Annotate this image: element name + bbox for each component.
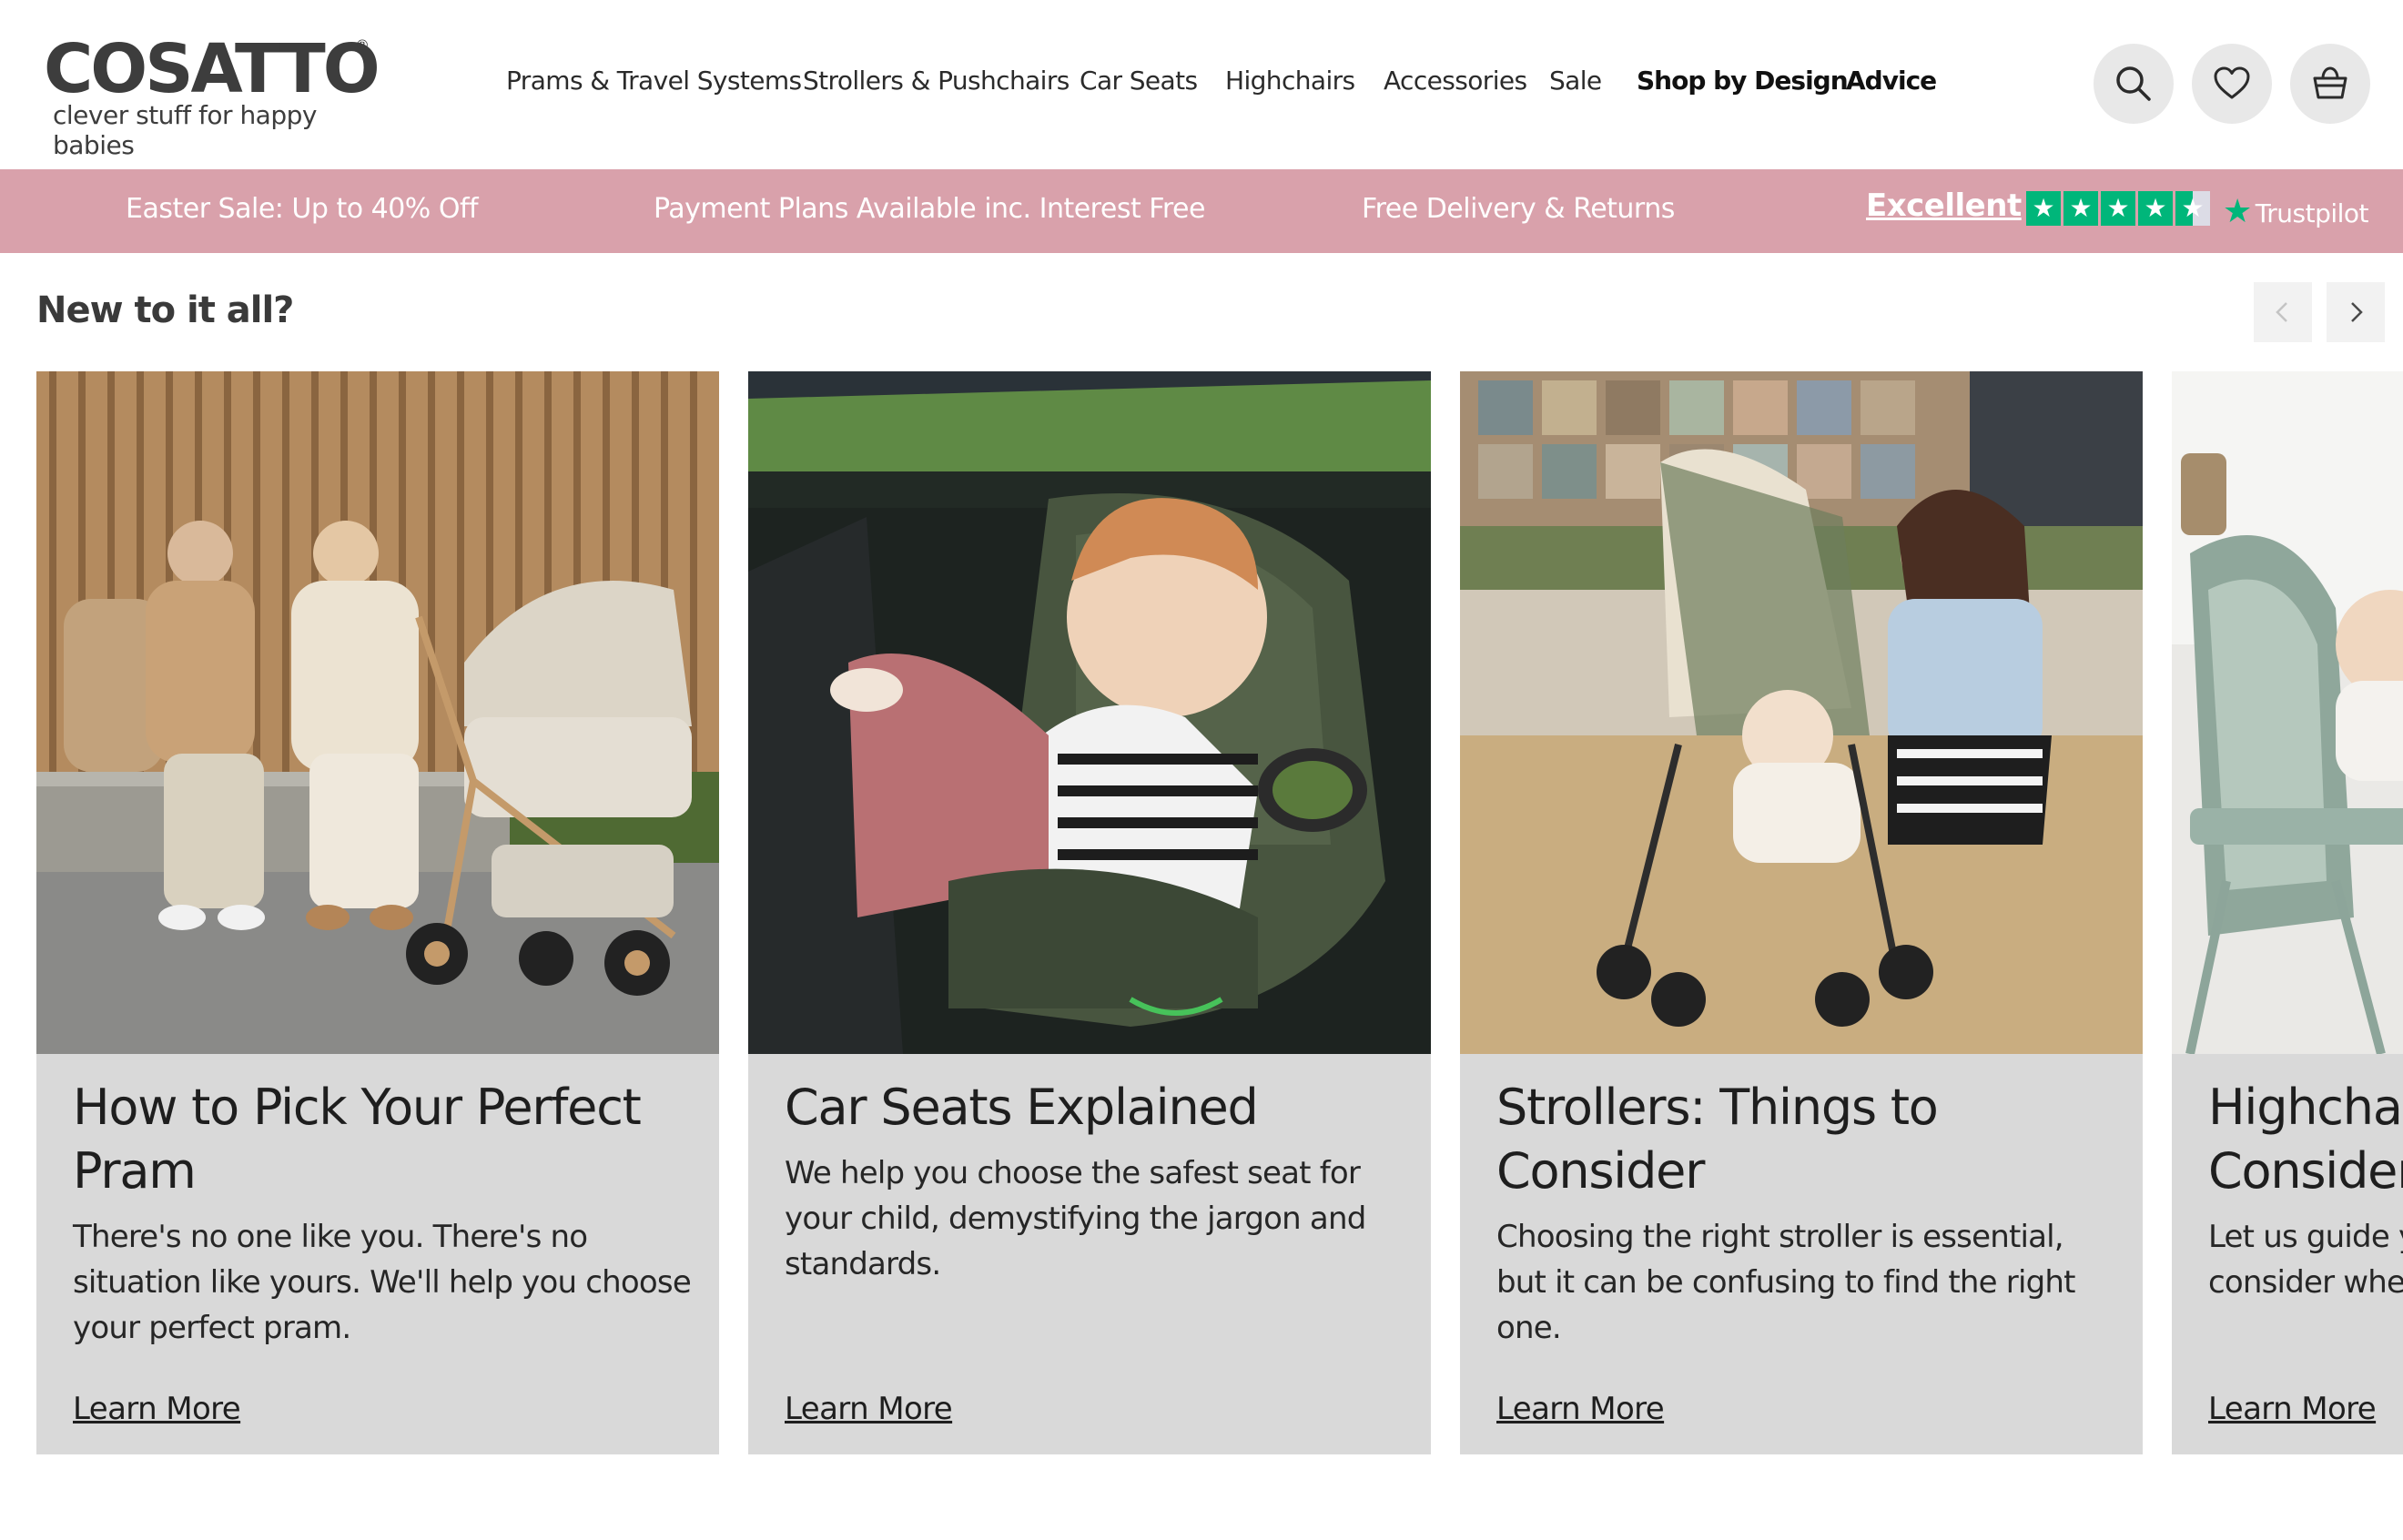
car-seat-photo (748, 371, 1431, 1054)
nav-highchairs[interactable]: Highchairs (1225, 66, 1355, 96)
advice-card-pram[interactable]: How to Pick Your Perfect Pram There's no… (36, 371, 719, 1454)
carousel-prev-button[interactable] (2254, 282, 2312, 342)
card-body: Car Seats Explained We help you choose t… (785, 1076, 1404, 1287)
promo-payment-plans[interactable]: Payment Plans Available inc. Interest Fr… (654, 193, 1205, 225)
basket-button[interactable] (2290, 44, 2370, 124)
trustpilot-brand-label: Trustpilot (2255, 198, 2369, 228)
learn-more-link[interactable]: Learn More (785, 1391, 953, 1427)
nav-shop-by-design[interactable]: Shop by Design (1637, 66, 1849, 96)
card-description: Choosing the right stroller is essential… (1496, 1219, 2076, 1346)
main-nav: Prams & Travel Systems Strollers & Pushc… (0, 66, 2002, 102)
card-description: Let us guide you through what to conside… (2208, 1219, 2403, 1301)
star-half-icon: ★ (2175, 191, 2210, 226)
learn-more-link[interactable]: Learn More (73, 1391, 241, 1427)
trustpilot-star-icon: ★ (2223, 193, 2252, 230)
promo-bar: Easter Sale: Up to 40% Off Payment Plans… (0, 169, 2403, 253)
section-title: New to it all? (36, 289, 294, 331)
promo-easter-sale[interactable]: Easter Sale: Up to 40% Off (126, 193, 479, 225)
nav-accessories[interactable]: Accessories (1384, 66, 1527, 96)
stroller-photo (1460, 371, 2143, 1054)
card-image-mother-with-stroller (1460, 371, 2143, 1054)
page: COSATTO ® clever stuff for happy babies … (0, 0, 2403, 1540)
search-button[interactable] (2094, 44, 2174, 124)
pram-photo (36, 371, 719, 1054)
star-icon: ★ (2026, 191, 2061, 226)
advice-card-strollers[interactable]: Strollers: Things to Consider Choosing t… (1460, 371, 2143, 1454)
promo-free-delivery[interactable]: Free Delivery & Returns (1362, 193, 1675, 225)
highchair-photo (2172, 371, 2403, 1054)
basket-icon (2313, 66, 2347, 99)
card-title: Car Seats Explained (785, 1079, 1259, 1136)
advice-carousel: How to Pick Your Perfect Pram There's no… (0, 371, 2403, 1454)
nav-prams-travel-systems[interactable]: Prams & Travel Systems (506, 66, 802, 96)
card-title: Highchairs: Things to Consider (2208, 1079, 2403, 1200)
star-icon: ★ (2101, 191, 2135, 226)
learn-more-link[interactable]: Learn More (1496, 1391, 1665, 1427)
nav-car-seats[interactable]: Car Seats (1080, 66, 1198, 96)
trustpilot-stars[interactable]: ★ ★ ★ ★ ★ (2026, 191, 2210, 228)
advice-card-highchairs[interactable]: Highchairs: Things to Consider Let us gu… (2172, 371, 2403, 1454)
card-body: Strollers: Things to Consider Choosing t… (1496, 1076, 2115, 1351)
site-header: COSATTO ® clever stuff for happy babies … (0, 0, 2403, 169)
nav-advice[interactable]: Advice (1846, 66, 1937, 96)
card-description: We help you choose the safest seat for y… (785, 1155, 1366, 1282)
card-image-baby-in-car-seat (748, 371, 1431, 1054)
heart-icon (2214, 66, 2250, 99)
chevron-left-icon (2276, 302, 2287, 322)
nav-strollers-pushchairs[interactable]: Strollers & Pushchairs (803, 66, 1070, 96)
logo-tagline: clever stuff for happy babies (53, 100, 317, 160)
card-body: How to Pick Your Perfect Pram There's no… (73, 1076, 692, 1351)
advice-card-car-seats[interactable]: Car Seats Explained We help you choose t… (748, 371, 1431, 1454)
chevron-right-icon (2351, 302, 2363, 322)
nav-sale[interactable]: Sale (1549, 66, 1602, 96)
trustpilot-rating-label[interactable]: Excellent (1866, 187, 2022, 224)
carousel-next-button[interactable] (2327, 282, 2385, 342)
logo-registered-mark: ® (355, 36, 370, 54)
card-image-baby-in-highchair (2172, 371, 2403, 1054)
star-icon: ★ (2138, 191, 2173, 226)
search-icon (2116, 66, 2151, 101)
wishlist-button[interactable] (2192, 44, 2272, 124)
card-description: There's no one like you. There's no situ… (73, 1219, 692, 1346)
card-title: How to Pick Your Perfect Pram (73, 1079, 642, 1200)
card-image-family-with-pram (36, 371, 719, 1054)
star-icon: ★ (2063, 191, 2098, 226)
trustpilot-brand[interactable]: ★ Trustpilot (2223, 193, 2369, 230)
learn-more-link[interactable]: Learn More (2208, 1391, 2377, 1427)
card-body: Highchairs: Things to Consider Let us gu… (2208, 1076, 2403, 1305)
card-title: Strollers: Things to Consider (1496, 1079, 1939, 1200)
